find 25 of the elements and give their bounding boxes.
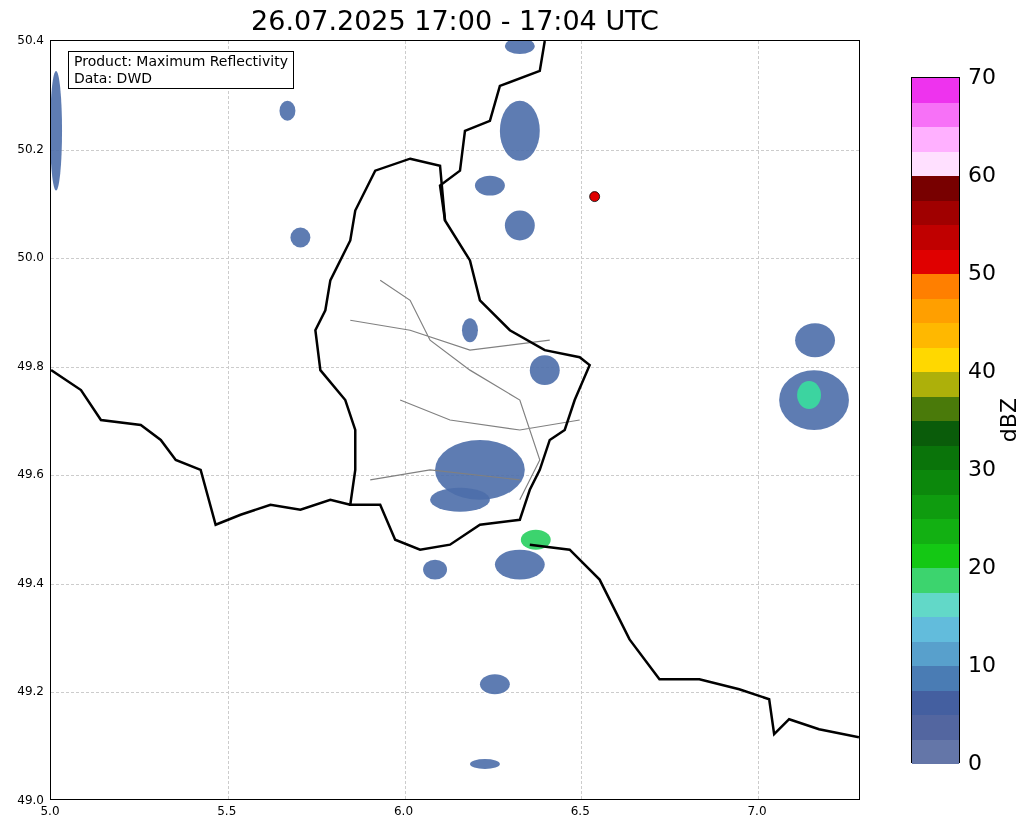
y-tick-label: 49.0: [17, 794, 44, 806]
y-tick-label: 49.4: [17, 576, 44, 589]
x-tick-label: 6.0: [392, 805, 415, 817]
colorbar-tick-label: 60: [968, 164, 996, 186]
colorbar-tick-label: 20: [968, 556, 996, 578]
x-tick-label: 5.5: [216, 805, 238, 817]
y-tick-label: 50.4: [17, 34, 44, 46]
colorbar-tick-label: 30: [968, 458, 996, 480]
y-tick-label: 49.2: [17, 685, 44, 698]
info-text: Data: DWD: [74, 70, 153, 87]
colorbar-tick-label: 50: [968, 262, 996, 284]
info-text: Product: Maximum Reflectivity: [74, 53, 288, 70]
colorbar-label: dBZ: [998, 398, 1020, 443]
x-tick-label: 6.5: [569, 805, 591, 817]
colorbar-tick-label: 10: [968, 654, 996, 676]
colorbar-tick-label: 70: [968, 66, 996, 88]
x-tick-label: 7.0: [746, 805, 768, 817]
y-tick-label: 49.6: [17, 468, 44, 481]
colorbar-tick-label: 0: [968, 752, 982, 774]
y-tick-label: 49.8: [17, 359, 44, 372]
x-tick-label: 5.0: [39, 805, 61, 817]
colorbar-tick-label: 40: [968, 360, 996, 382]
y-tick-label: 50.0: [17, 251, 44, 264]
chart-title: 26.07.2025 17:00 - 17:04 UTC: [251, 6, 659, 34]
y-tick-label: 50.2: [17, 142, 44, 155]
